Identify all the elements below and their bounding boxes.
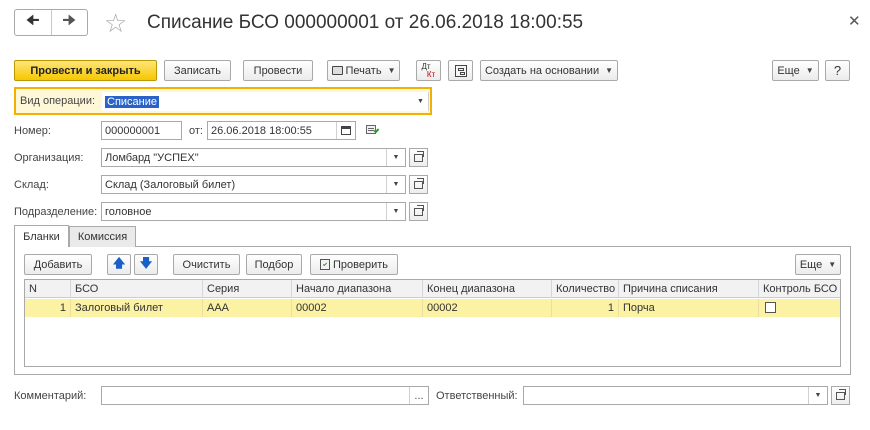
chevron-down-icon[interactable]: ▼ [386, 176, 405, 193]
add-button[interactable]: Добавить [24, 254, 92, 275]
calendar-icon[interactable] [336, 122, 355, 139]
comment-field[interactable]: ... [101, 386, 429, 405]
column-header-control[interactable]: Контроль БСО [759, 280, 840, 298]
cell-series: ААА [203, 299, 292, 317]
help-button[interactable]: ? [825, 60, 850, 81]
comment-label: Комментарий: [14, 390, 87, 402]
table-row[interactable]: 1 Залоговый билет ААА 00002 00002 1 Порч… [25, 299, 840, 317]
page-title: Списание БСО 000000001 от 26.06.2018 18:… [147, 12, 584, 33]
operation-type-label: Вид операции: [20, 95, 96, 107]
column-header-quantity[interactable]: Количество [552, 280, 619, 298]
chevron-down-icon[interactable]: ▼ [386, 203, 405, 220]
more-button[interactable]: Еще ▼ [772, 60, 819, 81]
column-header-series[interactable]: Серия [203, 280, 292, 298]
table-more-label: Еще [799, 258, 823, 271]
organization-label: Организация: [14, 152, 84, 164]
printer-icon [331, 66, 343, 75]
document-check-icon[interactable] [366, 125, 380, 136]
save-button[interactable]: Записать [164, 60, 231, 81]
print-button[interactable]: Печать ▼ [327, 60, 400, 81]
more-label: Еще [777, 64, 800, 77]
arrow-left-icon[interactable]: 🠈 [15, 10, 52, 35]
warehouse-value: Склад (Залоговый билет) [105, 178, 236, 191]
move-down-icon[interactable]: 🡇 [134, 254, 158, 275]
chevron-down-icon: ▼ [805, 66, 814, 75]
operation-type-value: Списание [105, 95, 159, 108]
number-field[interactable]: 000000001 [101, 121, 182, 140]
post-button[interactable]: Провести [243, 60, 313, 81]
column-header-reason[interactable]: Причина списания [619, 280, 759, 298]
post-and-close-button[interactable]: Провести и закрыть [14, 60, 157, 81]
blanks-table: N БСО Серия Начало диапазона Конец диапа… [24, 279, 841, 367]
cell-n: 1 [25, 299, 71, 317]
chevron-down-icon[interactable]: ▼ [411, 92, 430, 111]
cell-reason: Порча [619, 299, 759, 317]
dt-kt-button[interactable]: Дт Кт [416, 60, 441, 81]
column-header-range-end[interactable]: Конец диапазона [423, 280, 552, 298]
clear-button[interactable]: Очистить [173, 254, 240, 275]
structure-icon [454, 64, 467, 77]
organization-value: Ломбард "УСПЕХ" [105, 151, 199, 164]
clipboard-check-icon [319, 259, 330, 270]
table-more-button[interactable]: Еще ▼ [795, 254, 841, 275]
responsible-label: Ответственный: [436, 390, 518, 402]
warehouse-label: Склад: [14, 179, 49, 191]
cell-control [759, 299, 840, 317]
check-button[interactable]: Проверить [310, 254, 398, 275]
cell-bso: Залоговый билет [71, 299, 203, 317]
number-value: 000000001 [105, 124, 161, 137]
division-field[interactable]: головное ▼ [101, 202, 406, 221]
navigation-group: 🠈 🠊 [14, 9, 88, 36]
chevron-down-icon[interactable]: ▼ [808, 387, 827, 404]
create-based-on-label: Создать на основании [484, 64, 600, 77]
number-label: Номер: [14, 125, 51, 137]
operation-type-row: Вид операции: Списание ▼ [14, 87, 432, 115]
create-based-on-button[interactable]: Создать на основании ▼ [480, 60, 618, 81]
check-label: Проверить [332, 258, 388, 271]
pick-button[interactable]: Подбор [246, 254, 302, 275]
chevron-down-icon[interactable]: ▼ [386, 149, 405, 166]
arrow-right-icon[interactable]: 🠊 [52, 10, 88, 35]
open-icon[interactable] [831, 386, 850, 405]
operation-type-field[interactable]: Списание [102, 92, 429, 111]
division-value: головное [105, 205, 152, 218]
column-header-range-start[interactable]: Начало диапазона [292, 280, 423, 298]
chevron-down-icon: ▼ [387, 66, 396, 75]
division-label: Подразделение: [14, 206, 98, 218]
tab-commission[interactable]: Комиссия [69, 226, 136, 247]
warehouse-field[interactable]: Склад (Залоговый билет) ▼ [101, 175, 406, 194]
chevron-down-icon: ▼ [605, 66, 614, 75]
column-header-n[interactable]: N [25, 280, 71, 298]
cell-range-end: 00002 [423, 299, 552, 317]
date-field[interactable]: 26.06.2018 18:00:55 [207, 121, 356, 140]
control-checkbox[interactable] [765, 302, 776, 313]
date-value: 26.06.2018 18:00:55 [211, 124, 312, 137]
open-icon[interactable] [409, 175, 428, 194]
kt-label: Кт [426, 69, 436, 79]
move-up-icon[interactable]: 🡅 [107, 254, 131, 275]
structure-button[interactable] [448, 60, 473, 81]
open-icon[interactable] [409, 202, 428, 221]
print-label: Печать [345, 64, 382, 77]
star-icon[interactable]: ☆ [104, 10, 127, 36]
comment-select-button[interactable]: ... [409, 387, 428, 404]
date-label: от: [189, 125, 203, 137]
cell-range-start: 00002 [292, 299, 423, 317]
chevron-down-icon: ▼ [828, 260, 837, 269]
organization-field[interactable]: Ломбард "УСПЕХ" ▼ [101, 148, 406, 167]
table-header: N БСО Серия Начало диапазона Конец диапа… [25, 280, 840, 298]
cell-quantity: 1 [552, 299, 619, 317]
open-icon[interactable] [409, 148, 428, 167]
column-header-bso[interactable]: БСО [71, 280, 203, 298]
tab-blanks[interactable]: Бланки [14, 225, 69, 247]
close-icon[interactable]: ✕ [848, 12, 861, 30]
responsible-field[interactable]: ▼ [523, 386, 828, 405]
